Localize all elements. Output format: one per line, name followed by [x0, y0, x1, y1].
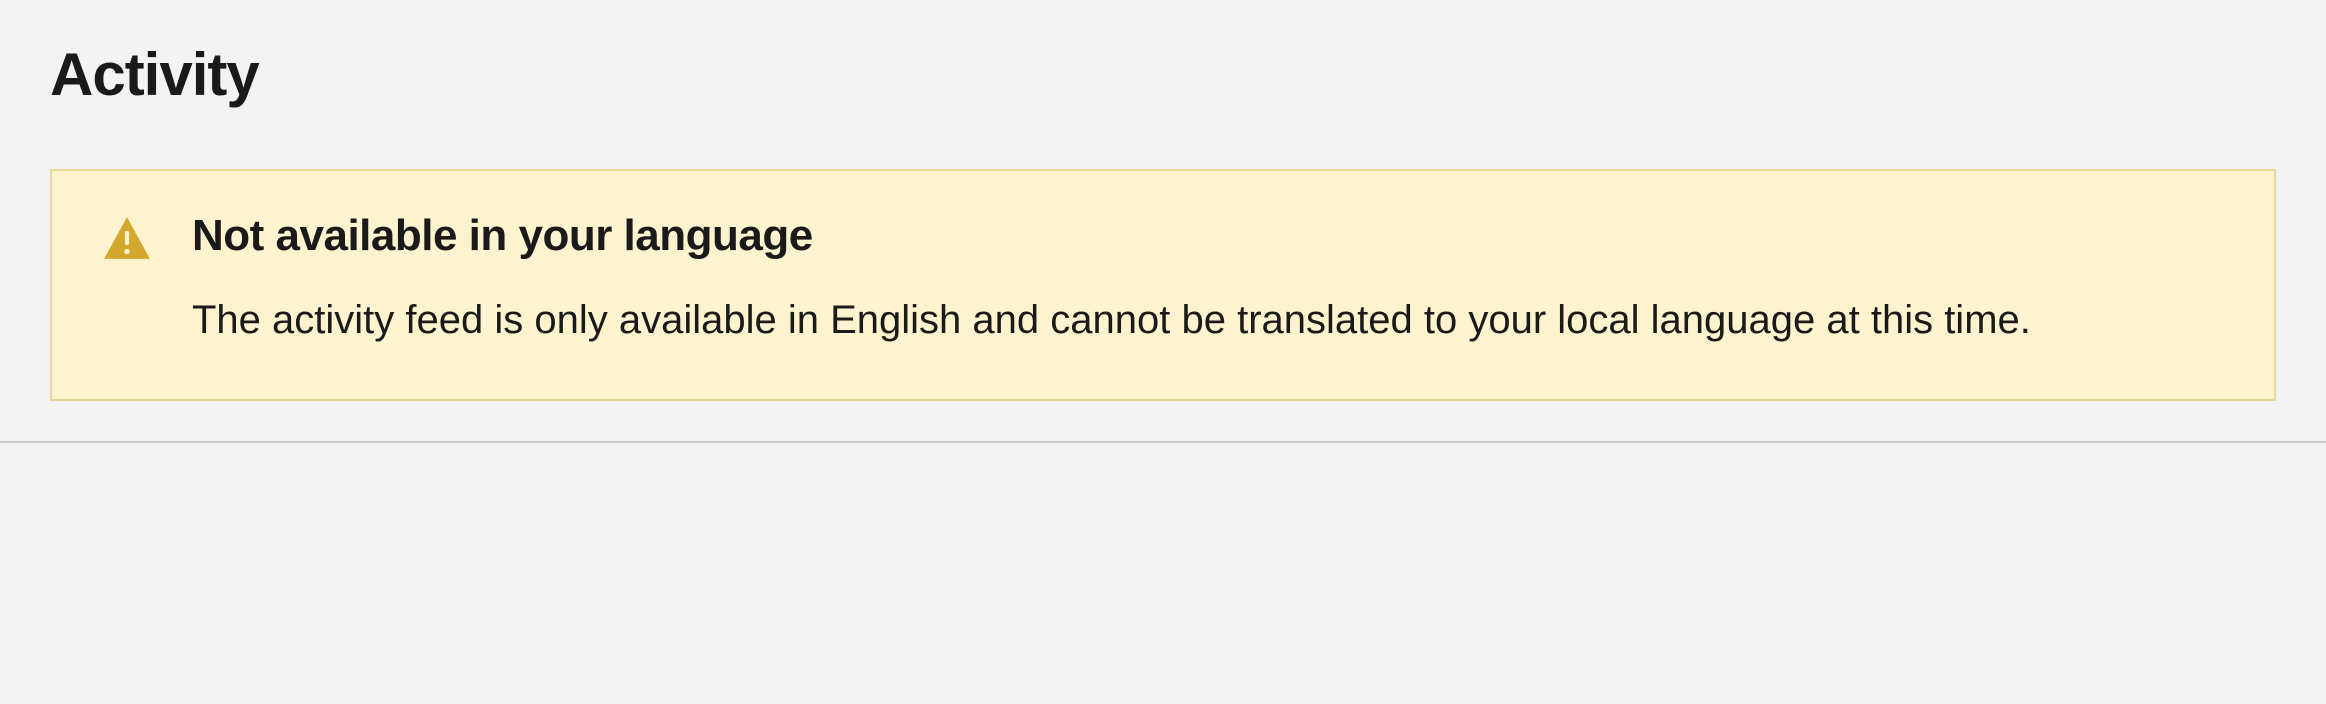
- warning-alert: Not available in your language The activ…: [50, 169, 2276, 401]
- alert-title: Not available in your language: [192, 211, 2224, 261]
- alert-content: Not available in your language The activ…: [192, 211, 2224, 349]
- warning-triangle-icon: [102, 215, 152, 261]
- alert-message: The activity feed is only available in E…: [192, 291, 2172, 349]
- page-title: Activity: [50, 40, 2276, 109]
